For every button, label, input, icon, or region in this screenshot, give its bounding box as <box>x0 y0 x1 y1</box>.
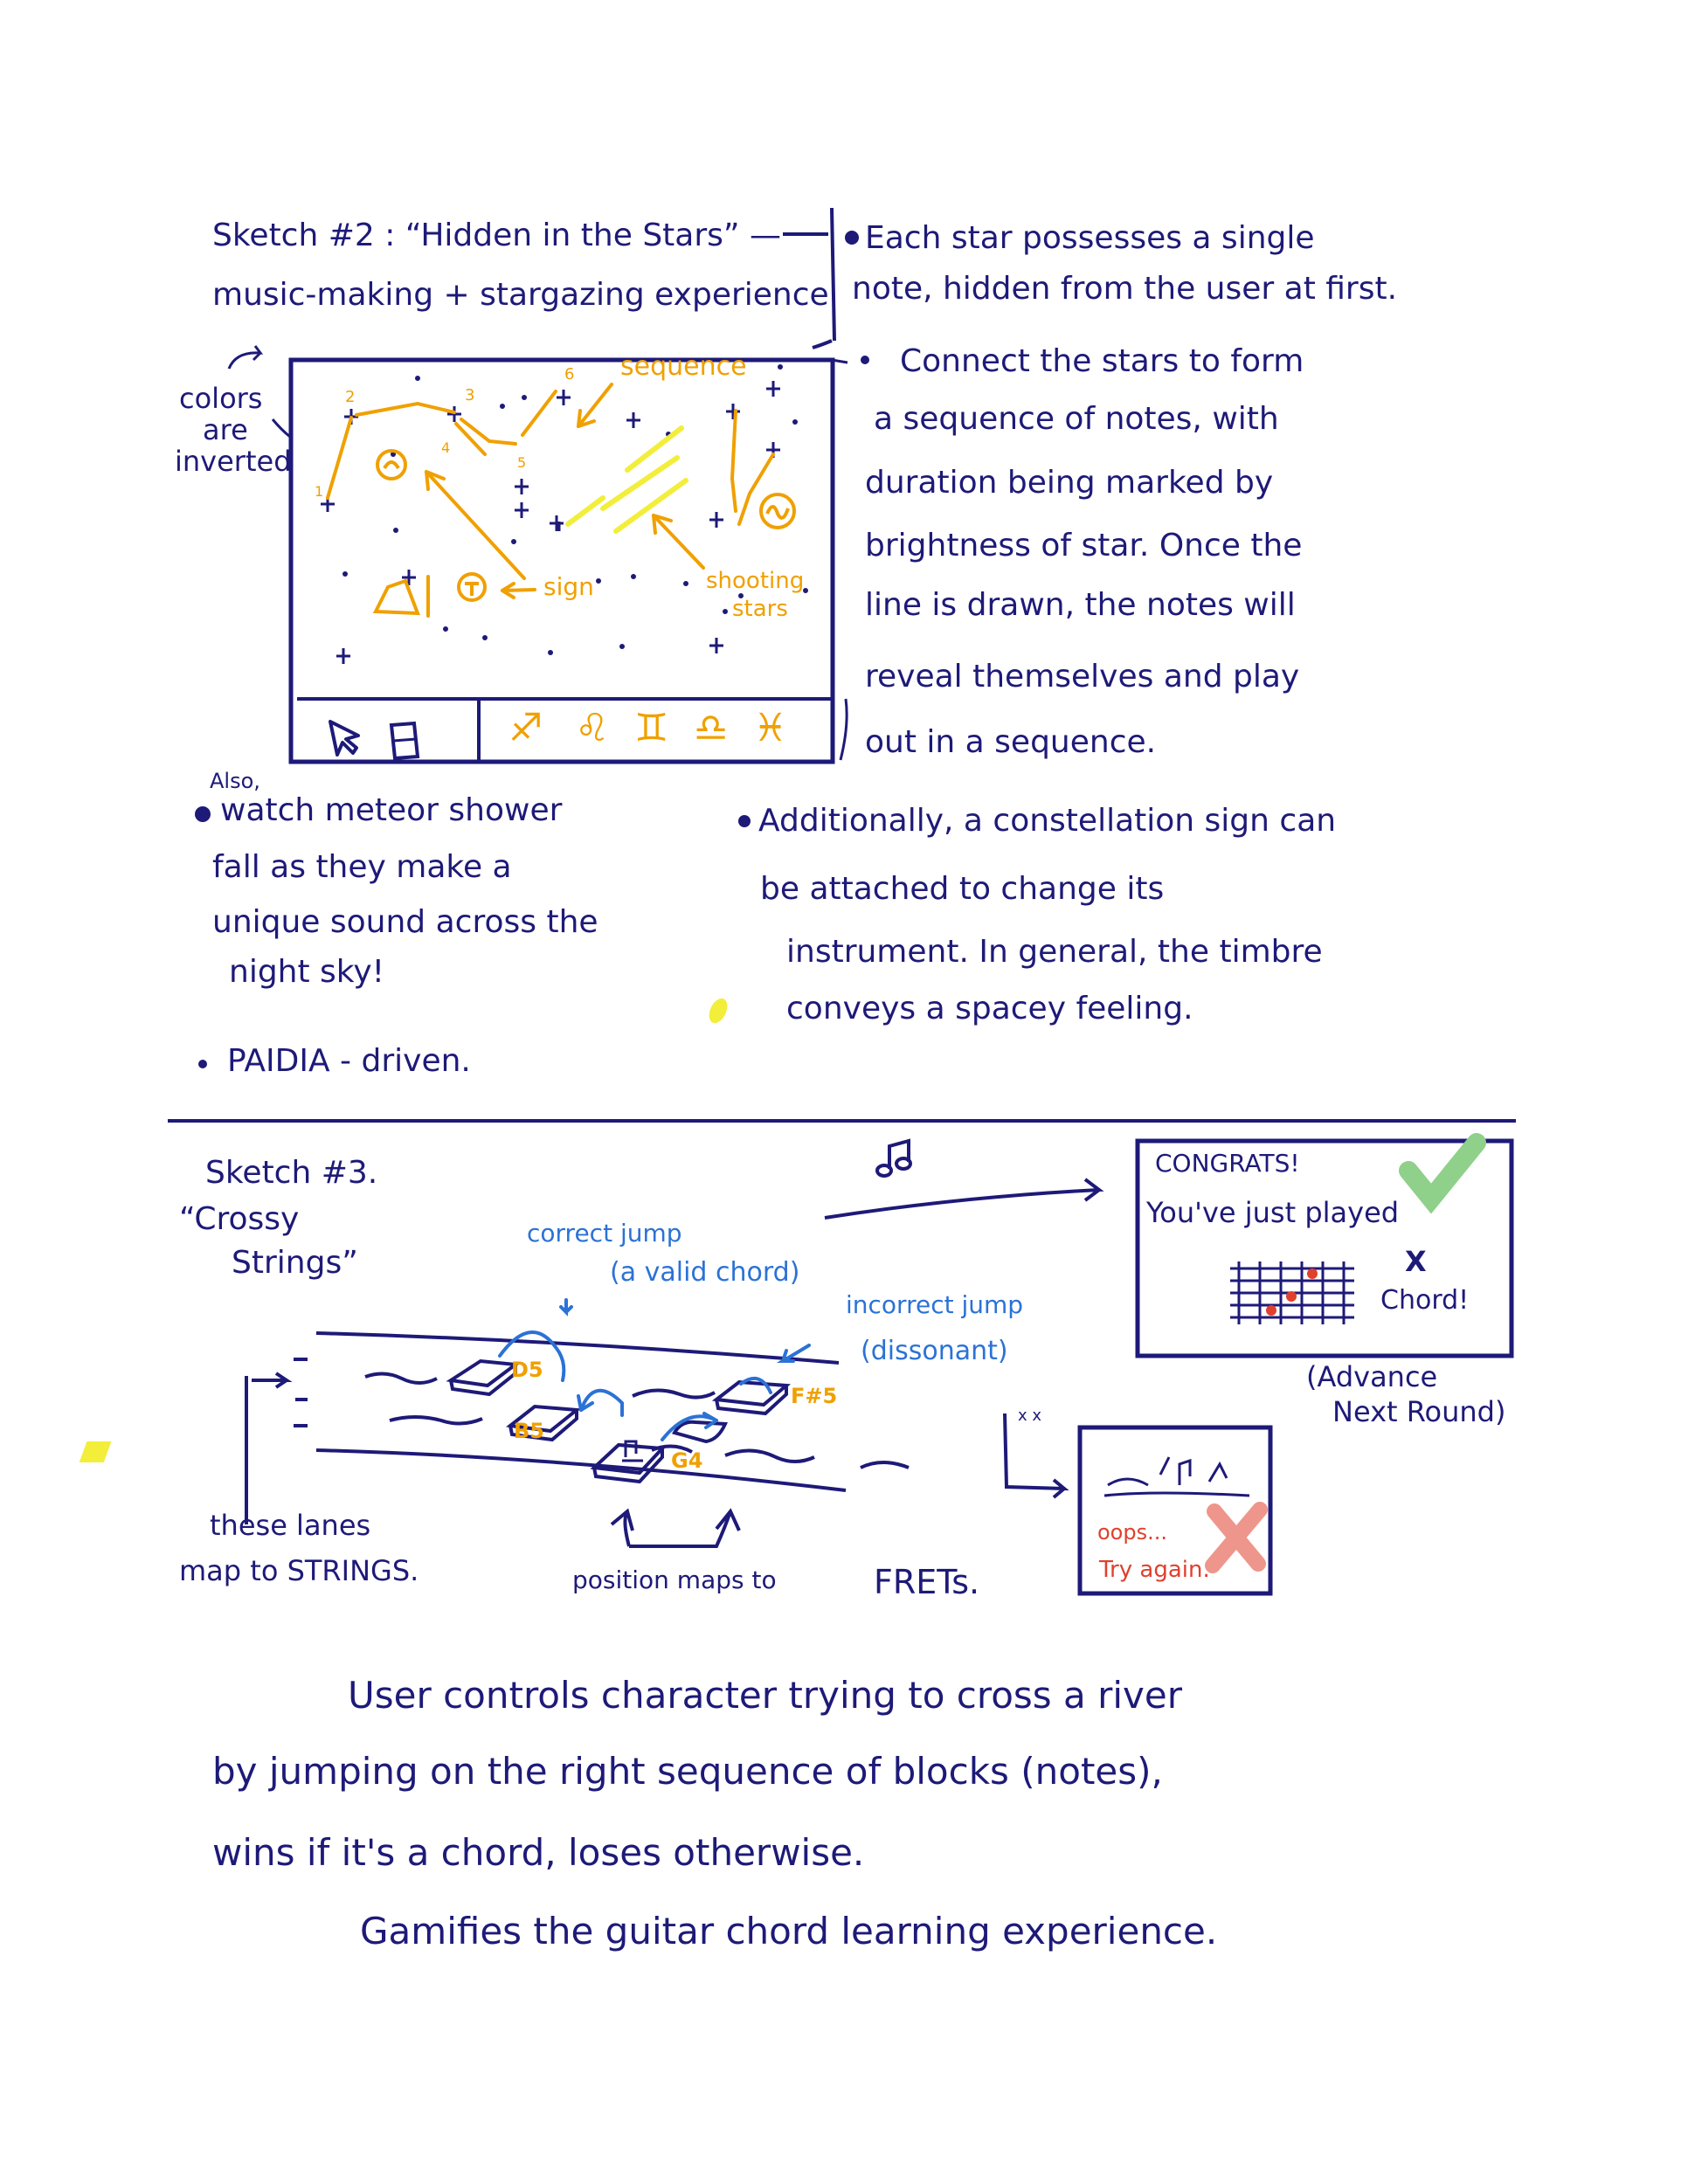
star-num-5: 5 <box>517 454 527 471</box>
note-g4: G4 <box>671 1448 703 1473</box>
colors-note-1: colors <box>179 382 263 415</box>
cursor-icon <box>329 720 360 757</box>
sketch3-name-2: Strings” <box>232 1245 358 1281</box>
congrats-heading: CONGRATS! <box>1155 1149 1300 1178</box>
correct-jump-2: (a valid chord) <box>610 1257 800 1288</box>
try-again-text: Try again. <box>1099 1557 1210 1583</box>
desc-line4: Gamifies the guitar chord learning exper… <box>360 1910 1218 1952</box>
eraser-icon <box>389 721 420 761</box>
river-lanes <box>245 1331 910 1524</box>
toolbar-sign-3: ♊ <box>634 706 669 750</box>
music-note-icon <box>875 1138 912 1178</box>
additional-line4: conveys a spacey feeling. <box>786 991 1193 1026</box>
toolbar-sign-2: ♌ <box>575 706 610 750</box>
shooting-stars <box>565 425 688 534</box>
long-arrow <box>824 1178 1104 1220</box>
incorrect-jump-2: (dissonant) <box>861 1336 1008 1366</box>
label-sign: sign <box>543 572 594 601</box>
bullet-dots <box>195 231 869 1068</box>
toolbar-sign-4: ♎ <box>694 706 729 750</box>
correct-jump-1: correct jump <box>527 1219 682 1248</box>
colors-arrow <box>227 345 264 370</box>
additional-line2: be attached to change its <box>760 871 1165 907</box>
position-label: position maps to <box>572 1565 777 1594</box>
character-highlight <box>79 1441 112 1462</box>
lanes-line2: map to STRINGS. <box>179 1554 419 1587</box>
bullet2-line4: brightness of star. Once the <box>865 528 1303 563</box>
incorrect-jump-1: incorrect jump <box>846 1290 1024 1319</box>
meteor-line1: watch meteor shower <box>220 792 563 828</box>
sad-face: x x <box>1018 1406 1042 1425</box>
meteor-line3: unique sound across the <box>212 904 598 940</box>
note-b5: B5 <box>514 1419 544 1443</box>
oops-text: oops... <box>1097 1520 1167 1545</box>
note-d5: D5 <box>511 1358 543 1382</box>
bullet2-line5: line is drawn, the notes will <box>865 587 1296 623</box>
meteor-line2: fall as they make a <box>212 849 512 885</box>
bullet2-line3: duration being marked by <box>865 465 1274 501</box>
note-blocks <box>446 1358 792 1484</box>
additional-line3: instrument. In general, the timbre <box>786 934 1323 970</box>
advance-line1: (Advance <box>1306 1360 1438 1393</box>
bullet1-line1: Each star possesses a single <box>865 220 1315 256</box>
congrats-x: X <box>1405 1245 1427 1278</box>
star-num-3: 3 <box>465 386 475 404</box>
star-num-2: 2 <box>345 388 356 406</box>
header-bracket <box>830 207 836 342</box>
label-shooting-1: shooting <box>706 568 805 594</box>
frets-label: FRETs. <box>874 1563 980 1601</box>
desc-line1: User controls character trying to cross … <box>348 1674 1183 1717</box>
colors-note-2: are <box>203 413 248 446</box>
star-num-6: 6 <box>564 365 575 384</box>
sketch3-title: Sketch #3. <box>205 1155 378 1191</box>
bullet2-line6: reveal themselves and play <box>865 659 1300 695</box>
sketch2-subtitle: music-making + stargazing experience <box>212 277 829 313</box>
desc-line2: by jumping on the right sequence of bloc… <box>212 1750 1163 1793</box>
label-sequence: sequence <box>620 351 747 382</box>
advance-line2: Next Round) <box>1332 1395 1506 1428</box>
annotation-arrows <box>425 383 705 599</box>
congrats-chord: Chord! <box>1380 1285 1470 1316</box>
bullet2-line1: Connect the stars to form <box>900 343 1304 379</box>
sketch3-name-1: “Crossy <box>179 1201 300 1237</box>
paidia-bullet: PAIDIA - driven. <box>227 1043 471 1079</box>
jump-arrows <box>498 1298 811 1441</box>
colors-note-3: inverted <box>175 445 292 478</box>
also-label: Also, <box>210 769 260 793</box>
bullet1-line2: note, hidden from the user at first. <box>852 271 1398 307</box>
desc-line3: wins if it's a chord, loses otherwise. <box>212 1831 865 1874</box>
star-field <box>321 381 780 664</box>
frets-arrows <box>610 1508 741 1548</box>
yellow-mark <box>709 998 728 1024</box>
label-shooting-2: stars <box>732 596 788 622</box>
meteor-line4: night sky! <box>229 954 385 990</box>
note-fs5: F#5 <box>791 1384 838 1408</box>
additional-line1: Additionally, a constellation sign can <box>758 803 1337 839</box>
lanes-line1: these lanes <box>210 1509 371 1542</box>
star-screen-frame <box>288 357 848 764</box>
congrats-played: You've just played <box>1146 1196 1400 1229</box>
toolbar-sign-5: ♓ <box>753 706 788 750</box>
star-num-1: 1 <box>315 483 324 500</box>
star-num-4: 4 <box>441 439 451 456</box>
bullet2-line7: out in a sequence. <box>865 724 1157 760</box>
sketch2-title: Sketch #2 : “Hidden in the Stars” — <box>212 218 782 253</box>
toolbar-sign-1: ♐ <box>508 706 543 750</box>
bullet2-line2: a sequence of notes, with <box>874 401 1279 437</box>
